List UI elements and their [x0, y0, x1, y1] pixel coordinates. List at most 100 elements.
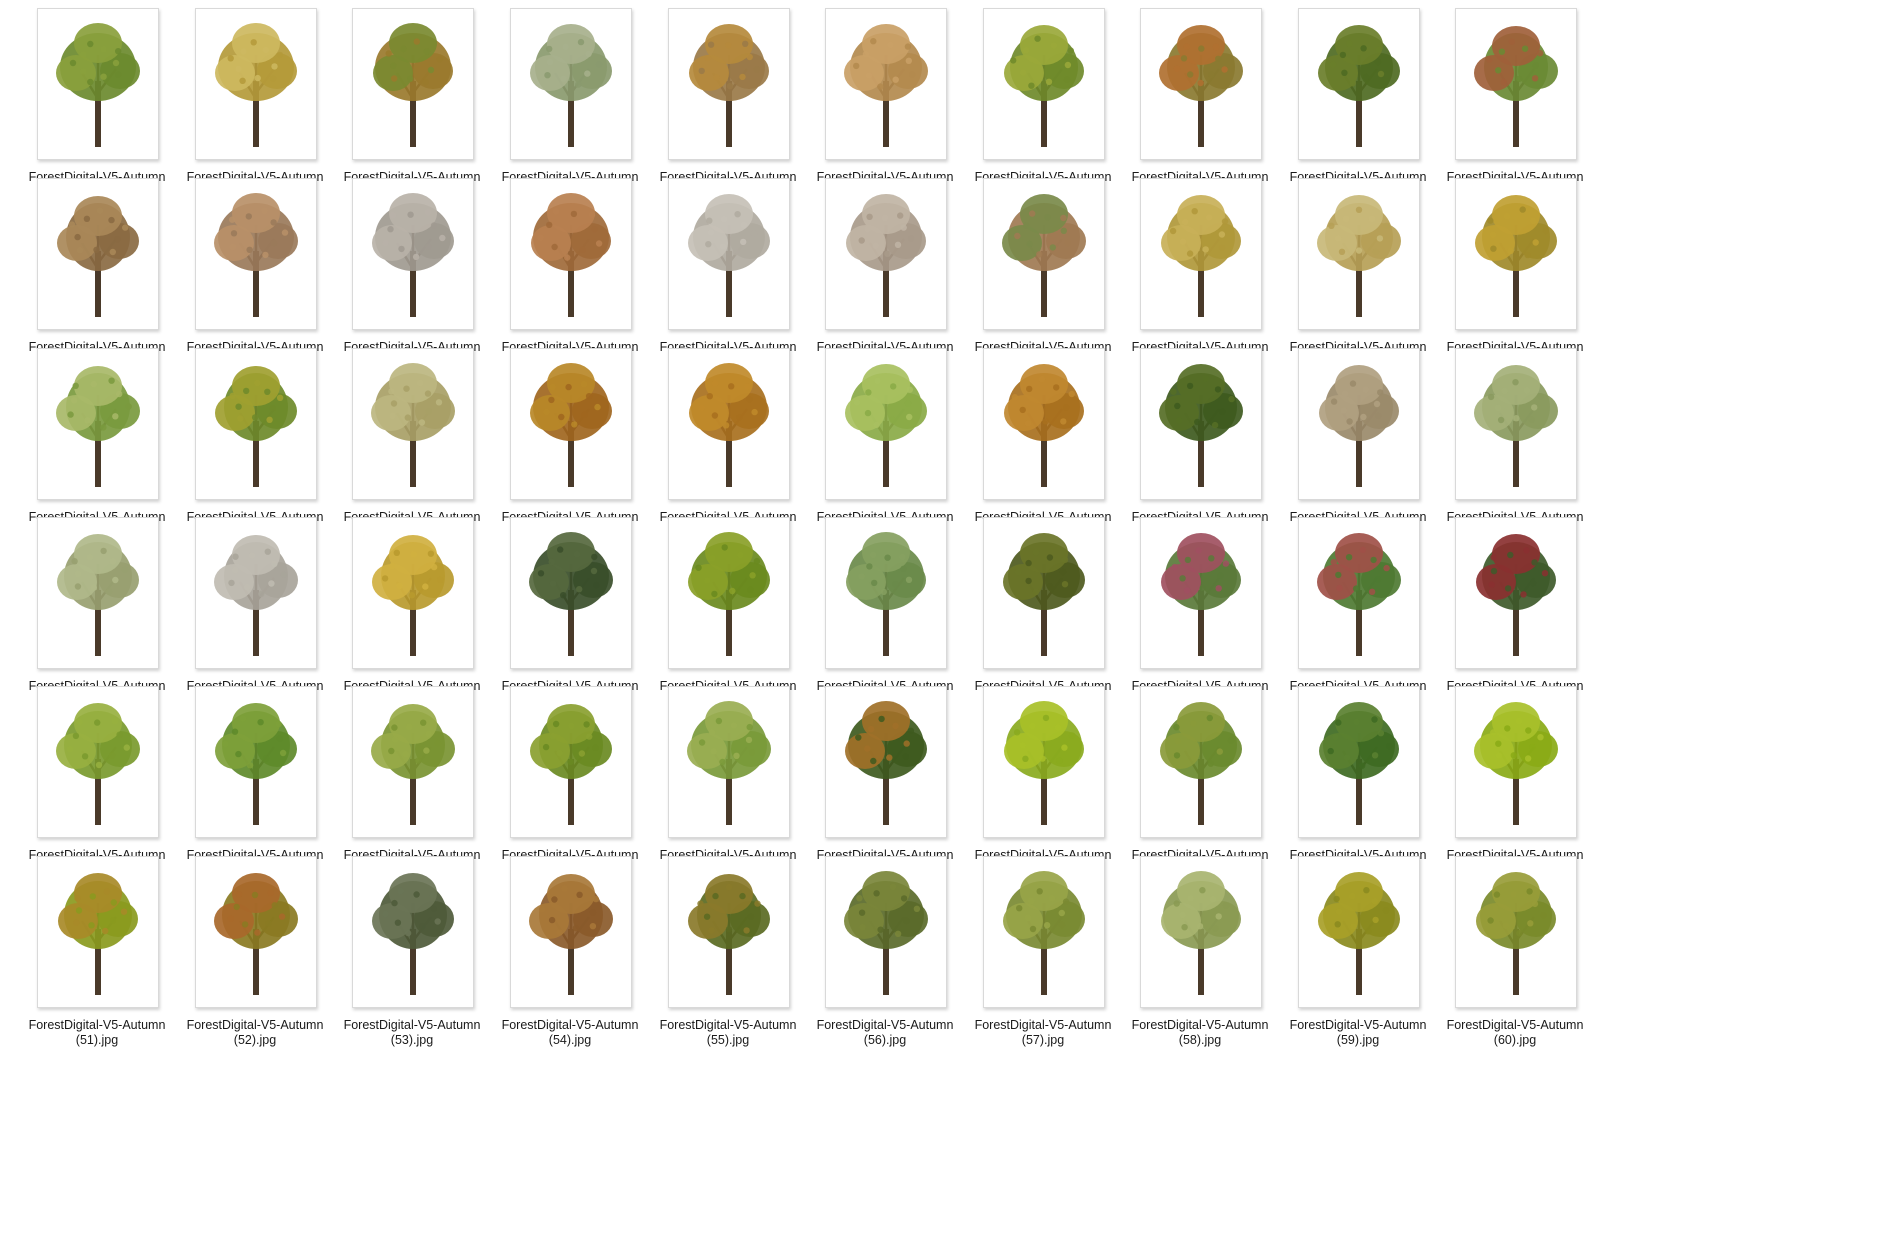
tree-leaves	[1184, 556, 1192, 564]
tree-leaves	[733, 752, 740, 759]
tree-leaves	[1527, 920, 1534, 927]
tree-leaves	[109, 248, 117, 256]
file-item[interactable]: ForestDigital-V5-Autumn (53).jpg	[332, 848, 492, 1048]
tree-thumbnail	[352, 517, 474, 669]
tree-leaves	[1025, 577, 1032, 585]
tree-leaves	[1334, 235, 1342, 242]
tree-thumbnail	[37, 856, 159, 1008]
tree-leaves	[705, 241, 712, 248]
tree-thumbnail	[1298, 686, 1420, 838]
tree-leaves	[109, 917, 117, 924]
tree-leaves	[698, 739, 706, 746]
tree-leaves	[858, 237, 865, 244]
file-item[interactable]: ForestDigital-V5-Autumn (60).jpg	[1435, 848, 1595, 1048]
file-grid: ForestDigital-V5-Autumn(1).jpgForestDigi…	[0, 0, 1891, 1247]
tree-leaves	[425, 730, 432, 737]
tree-leaves	[1335, 719, 1342, 726]
file-item[interactable]: ForestDigital-V5-Autumn (56).jpg	[805, 848, 965, 1048]
tree-image	[1004, 364, 1084, 487]
file-name-line: ForestDigital-V5-Autumn	[186, 1018, 324, 1032]
tree-thumbnail	[195, 8, 317, 160]
tree-leaves	[1532, 239, 1539, 246]
tree-image	[371, 704, 455, 825]
tree-thumbnail	[668, 348, 790, 500]
tree-leaves	[87, 78, 94, 86]
tree-image	[1474, 26, 1558, 147]
file-name-suffix: (54).jpg	[548, 1033, 592, 1047]
tree-leaves	[722, 422, 730, 429]
file-item[interactable]: ForestDigital-V5-Autumn (51).jpg	[17, 848, 177, 1048]
file-item[interactable]: ForestDigital-V5-Autumn (57).jpg	[963, 848, 1123, 1048]
tree-image	[845, 364, 927, 487]
tree-leaves	[578, 750, 586, 757]
tree-leaves	[573, 551, 581, 558]
tree-leaves	[1359, 762, 1366, 769]
tree-leaves	[1013, 729, 1021, 736]
tree-leaves	[1537, 734, 1544, 741]
tree-leaves	[570, 210, 578, 218]
file-item[interactable]: ForestDigital-V5-Autumn (58).jpg	[1120, 848, 1280, 1048]
tree-leaves	[269, 75, 277, 82]
tree-leaves	[725, 883, 733, 891]
file-item[interactable]: ForestDigital-V5-Autumn (55).jpg	[648, 848, 808, 1048]
tree-leaves	[71, 558, 78, 565]
tree-leaves	[549, 580, 557, 587]
tree-leaves	[1501, 387, 1508, 395]
file-item[interactable]: ForestDigital-V5-Autumn (59).jpg	[1278, 848, 1438, 1048]
tree-leaves	[743, 927, 750, 934]
tree-image	[687, 701, 771, 825]
tree-leaves	[900, 895, 908, 902]
tree-leaves	[549, 732, 557, 740]
tree-leaves	[1507, 551, 1514, 559]
tree-leaves	[1365, 928, 1372, 935]
tree-leaves	[1525, 727, 1532, 734]
file-item[interactable]: ForestDigital-V5-Autumn (52).jpg	[175, 848, 335, 1048]
tree-leaves	[66, 746, 73, 753]
tree-leaves	[1061, 556, 1069, 563]
tree-leaves	[71, 397, 78, 404]
tree-leaves	[246, 762, 254, 769]
tree-leaves	[125, 403, 132, 410]
tree-thumbnail	[983, 856, 1105, 1008]
tree-leaves	[1206, 214, 1213, 221]
tree-image	[214, 873, 298, 995]
tree-leaves	[1529, 743, 1536, 751]
tree-leaves	[417, 379, 424, 387]
tree-leaves	[110, 899, 118, 906]
tree-leaves	[1373, 400, 1381, 408]
tree-leaves	[750, 230, 758, 237]
tree-leaves	[720, 216, 728, 223]
tree-image	[688, 532, 770, 656]
tree-leaves	[1490, 245, 1497, 252]
tree-leaves	[1029, 925, 1037, 933]
tree-leaves	[1215, 585, 1222, 592]
tree-leaves	[887, 41, 894, 49]
tree-canopy	[1335, 533, 1383, 573]
tree-canopy	[1020, 701, 1068, 741]
tree-leaves	[102, 927, 109, 935]
tree-image	[1317, 533, 1401, 656]
tree-image	[1474, 702, 1558, 825]
tree-thumbnail	[1455, 517, 1577, 669]
tree-leaves	[594, 403, 601, 411]
tree-leaves	[560, 75, 567, 82]
tree-leaves	[1330, 559, 1337, 566]
tree-image	[1317, 195, 1401, 317]
file-item[interactable]: ForestDigital-V5-Autumn (54).jpg	[490, 848, 650, 1048]
tree-leaves	[1336, 584, 1343, 592]
tree-leaves	[1524, 251, 1531, 259]
tree-leaves	[1171, 563, 1178, 571]
tree-leaves	[391, 724, 398, 731]
tree-leaves	[269, 405, 276, 412]
tree-leaves	[913, 905, 921, 912]
tree-leaves	[1532, 62, 1539, 69]
tree-leaves	[427, 66, 435, 74]
tree-image	[529, 874, 613, 995]
tree-leaves	[1531, 75, 1539, 82]
tree-leaves	[564, 254, 571, 261]
tree-leaves	[257, 719, 264, 726]
tree-leaves	[1216, 748, 1223, 755]
tree-canopy	[232, 366, 280, 406]
tree-leaves	[1036, 888, 1043, 895]
tree-canopy	[1335, 872, 1383, 912]
